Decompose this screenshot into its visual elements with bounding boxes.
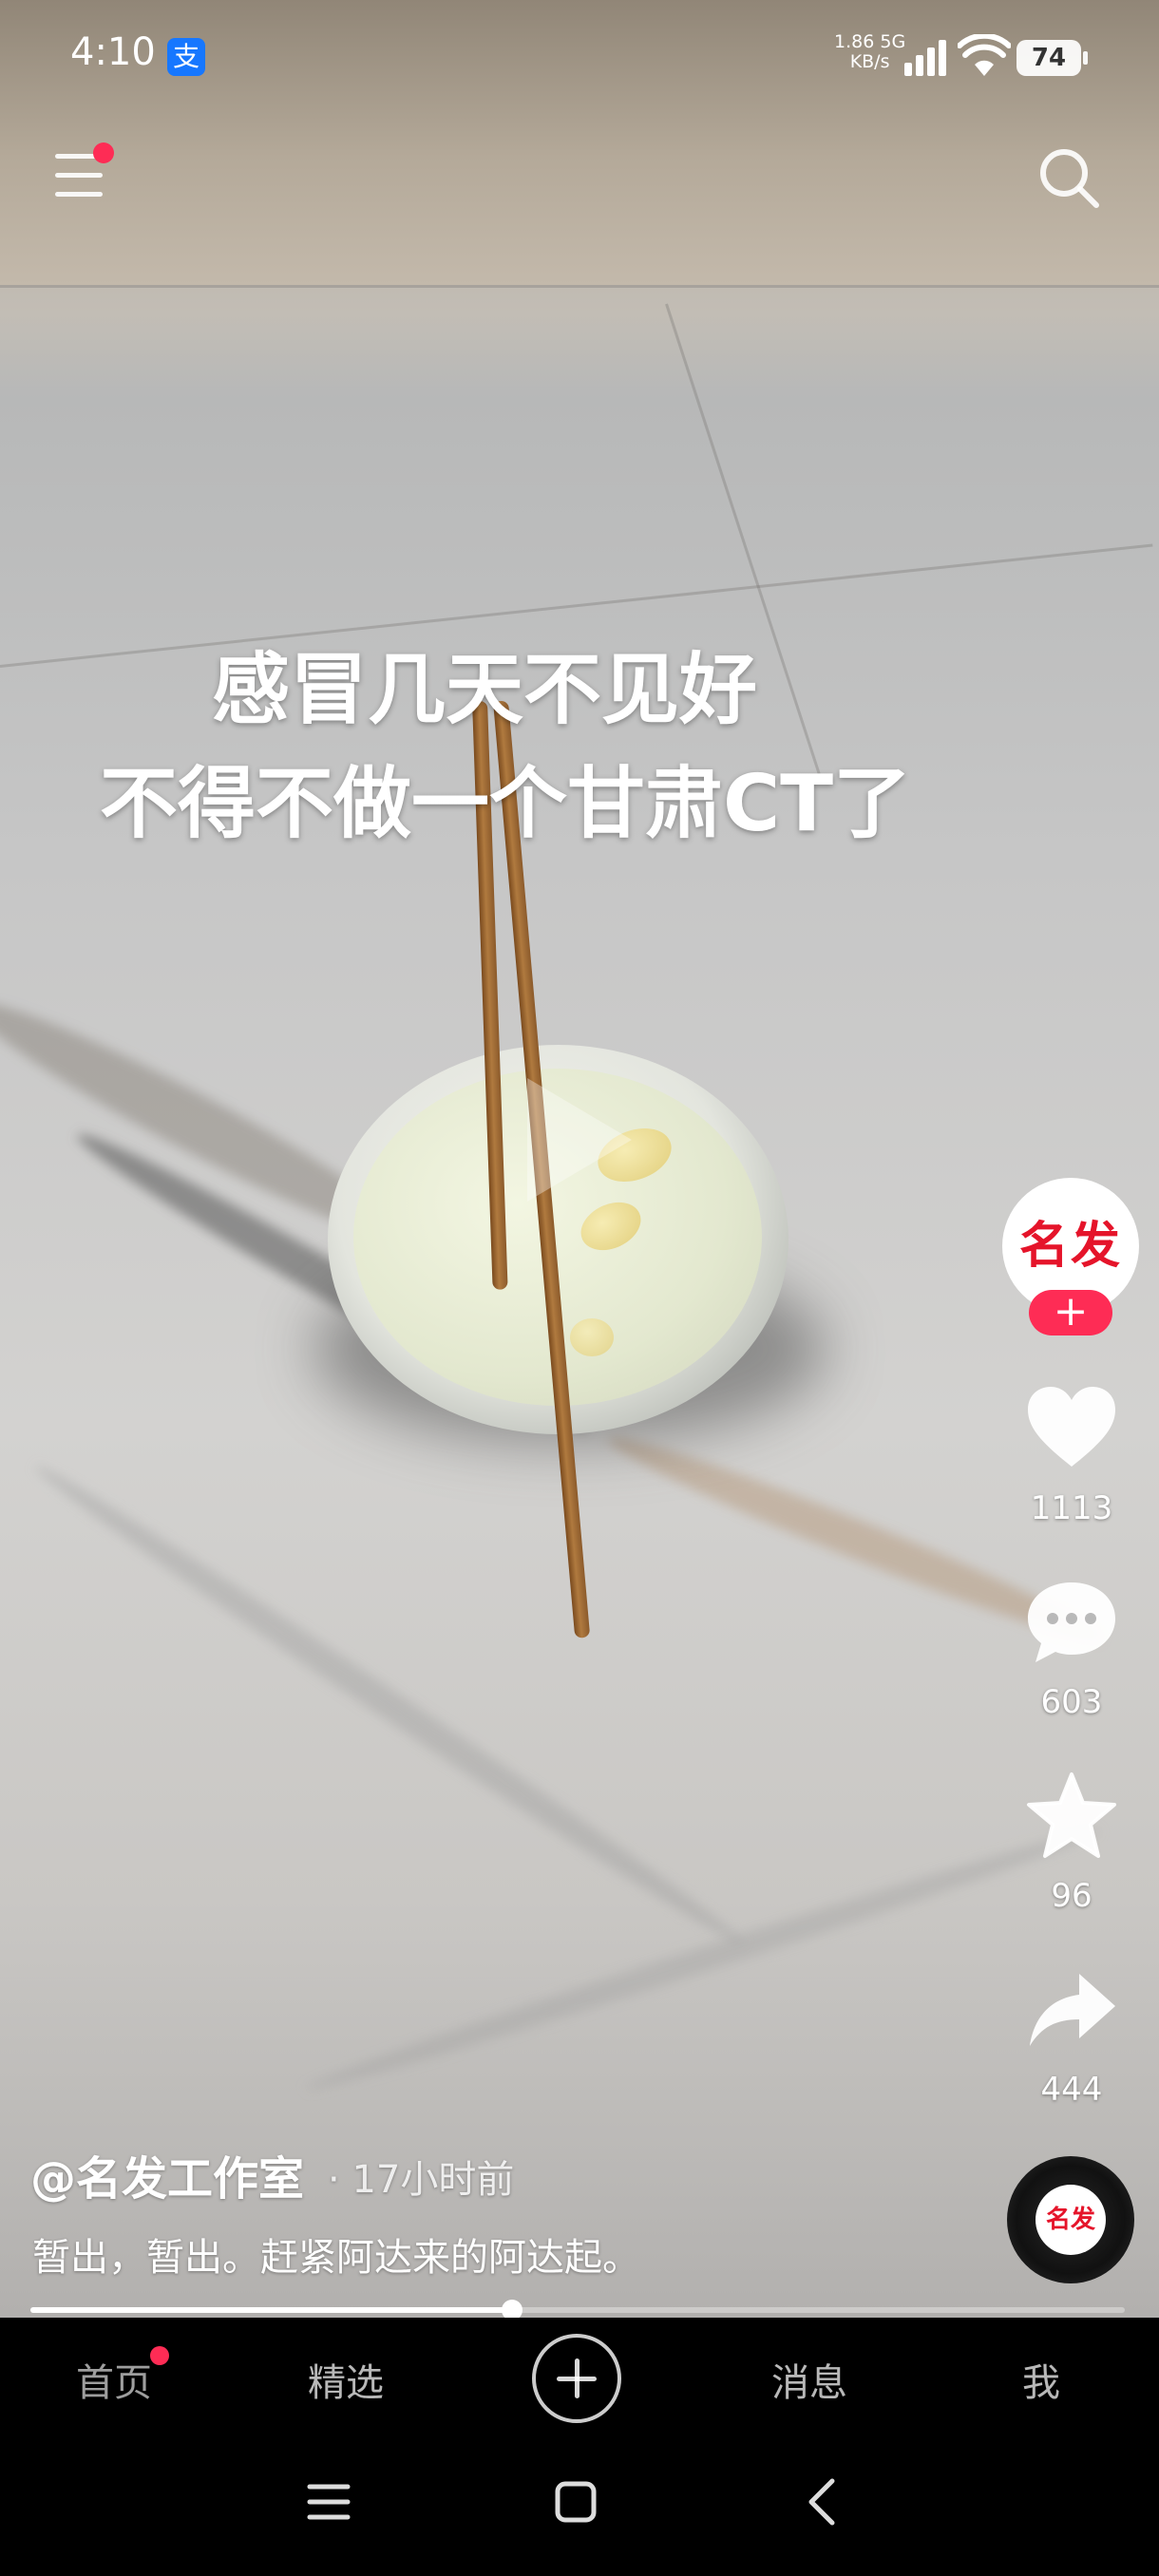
network-speed: 1.86 5G KB/s	[834, 32, 905, 72]
video-player[interactable]: 感冒几天不见好 不得不做一个甘肃CT了	[0, 0, 1159, 2318]
screen: 感冒几天不见好 不得不做一个甘肃CT了 4:10 支 1.86 5G KB/s …	[0, 0, 1159, 2576]
favorite-count: 96	[1051, 1877, 1092, 1915]
status-bar: 4:10 支 1.86 5G KB/s 74	[0, 0, 1159, 114]
post-time-separator: ·	[328, 2158, 340, 2202]
video-overlay-text-line1: 感冒几天不见好	[211, 645, 757, 735]
search-icon[interactable]	[1036, 144, 1102, 211]
menu-notification-dot	[93, 142, 114, 163]
video-tile-line	[0, 285, 1159, 288]
comment-icon[interactable]	[1024, 1577, 1119, 1668]
plus-icon[interactable]	[532, 2334, 621, 2423]
music-disc-label: 名发	[1036, 2185, 1106, 2255]
status-time: 4:10	[70, 30, 156, 74]
post-time-value: 17小时前	[352, 2158, 515, 2202]
nav-me[interactable]: 我	[965, 2352, 1117, 2407]
video-marble-vein	[301, 1818, 1105, 2101]
back-icon[interactable]	[796, 2473, 853, 2530]
comment-count: 603	[1040, 1683, 1103, 1721]
like-count: 1113	[1030, 1489, 1113, 1527]
wifi-icon	[958, 34, 1011, 76]
video-progress-fill	[30, 2307, 512, 2313]
recent-apps-icon[interactable]	[300, 2473, 357, 2530]
egg-yolk	[570, 1318, 614, 1356]
video-marble-vein	[27, 1453, 752, 1957]
alipay-notification-icon: 支	[167, 38, 205, 76]
nav-messages[interactable]: 消息	[733, 2352, 885, 2407]
network-speed-unit: KB/s	[849, 51, 890, 72]
home-icon[interactable]	[547, 2473, 604, 2530]
video-progress-bar[interactable]	[30, 2300, 1125, 2320]
post-caption[interactable]: 暂出，暂出。赶紧阿达来的阿达起。	[32, 2226, 640, 2282]
follow-button[interactable]: +	[1029, 1290, 1112, 1335]
signal-icon	[904, 40, 946, 76]
play-indicator-icon	[527, 1078, 632, 1202]
system-navigation-bar	[0, 2432, 1159, 2576]
share-icon[interactable]	[1024, 1966, 1119, 2057]
network-speed-value: 1.86	[834, 31, 875, 52]
heart-icon[interactable]	[1024, 1383, 1119, 1474]
share-count: 444	[1040, 2071, 1103, 2109]
music-disc-icon[interactable]: 名发	[1007, 2156, 1134, 2283]
nav-featured[interactable]: 精选	[270, 2352, 422, 2407]
video-overlay-text-line2: 不得不做一个甘肃CT了	[99, 759, 912, 849]
battery-icon: 74	[1016, 40, 1088, 76]
nav-home-notification-dot	[150, 2346, 169, 2365]
star-icon[interactable]	[1024, 1771, 1119, 1862]
author-name[interactable]: @名发工作室	[30, 2141, 304, 2207]
bottom-navigation: 首页 精选 消息 我	[0, 2318, 1159, 2432]
post-time: · 17小时前	[328, 2149, 514, 2204]
